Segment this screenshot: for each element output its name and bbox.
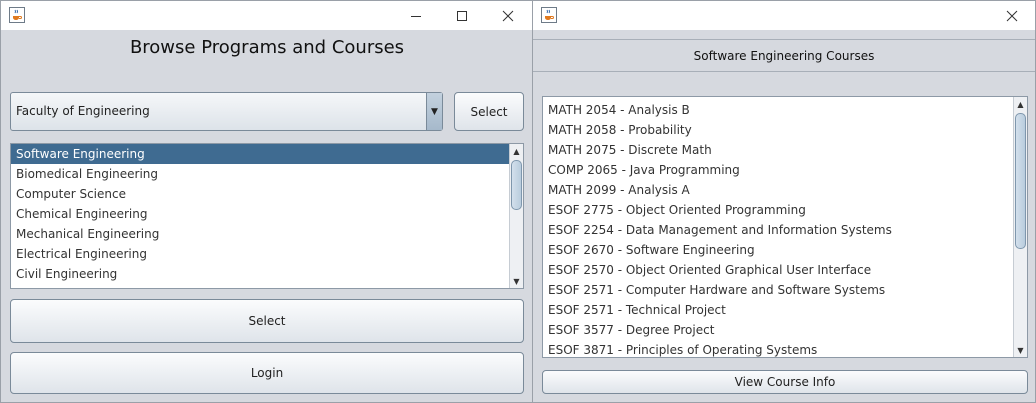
close-icon xyxy=(502,10,514,21)
title-bar[interactable] xyxy=(533,1,1035,30)
program-list[interactable]: Software Engineering Biomedical Engineeri… xyxy=(10,143,524,289)
list-item[interactable]: ESOF 2254 - Data Management and Informat… xyxy=(543,220,1013,240)
list-item[interactable]: Mechanical Engineering xyxy=(11,224,509,244)
list-item[interactable]: COMP 2065 - Java Programming xyxy=(543,160,1013,180)
scroll-down-icon[interactable]: ▼ xyxy=(510,274,523,288)
chevron-down-icon[interactable]: ▼ xyxy=(426,93,442,130)
scrollbar-thumb[interactable] xyxy=(511,160,522,210)
close-button[interactable] xyxy=(485,1,531,30)
maximize-icon xyxy=(457,10,467,21)
java-cup-icon xyxy=(9,7,25,23)
list-item[interactable]: Biomedical Engineering xyxy=(11,164,509,184)
courses-header: Software Engineering Courses xyxy=(533,39,1035,72)
minimize-icon xyxy=(411,15,421,17)
list-item[interactable]: MATH 2058 - Probability xyxy=(543,120,1013,140)
minimize-button[interactable] xyxy=(393,1,439,30)
login-button[interactable]: Login xyxy=(10,352,524,394)
list-item[interactable]: Electrical Engineering xyxy=(11,244,509,264)
courses-window: Software Engineering Courses MATH 2054 -… xyxy=(532,0,1036,403)
faculty-dropdown-value: Faculty of Engineering xyxy=(16,104,150,118)
list-item[interactable]: MATH 2075 - Discrete Math xyxy=(543,140,1013,160)
list-item[interactable]: Chemical Engineering xyxy=(11,204,509,224)
list-item[interactable]: Civil Engineering xyxy=(11,264,509,284)
scrollbar-thumb[interactable] xyxy=(1015,113,1026,249)
faculty-dropdown[interactable]: Faculty of Engineering ▼ xyxy=(10,92,443,131)
list-item[interactable]: MATH 2099 - Analysis A xyxy=(543,180,1013,200)
list-item[interactable]: ESOF 3577 - Degree Project xyxy=(543,320,1013,340)
scroll-up-icon[interactable]: ▲ xyxy=(510,144,523,158)
course-list-scrollbar[interactable]: ▲ ▼ xyxy=(1013,97,1027,357)
list-item[interactable]: Computer Science xyxy=(11,184,509,204)
program-list-scrollbar[interactable]: ▲ ▼ xyxy=(509,144,523,288)
view-course-info-button[interactable]: View Course Info xyxy=(542,370,1028,394)
title-bar[interactable] xyxy=(1,1,532,30)
list-item[interactable]: ESOF 2775 - Object Oriented Programming xyxy=(543,200,1013,220)
page-title: Browse Programs and Courses xyxy=(129,37,405,58)
select-program-button[interactable]: Select xyxy=(10,299,524,343)
close-icon xyxy=(1006,10,1018,21)
browse-window: Browse Programs and Courses Faculty of E… xyxy=(0,0,532,403)
java-cup-icon xyxy=(541,7,557,23)
close-button[interactable] xyxy=(989,1,1035,30)
maximize-button[interactable] xyxy=(439,1,485,30)
list-item[interactable]: ESOF 2571 - Computer Hardware and Softwa… xyxy=(543,280,1013,300)
list-item[interactable]: ESOF 2570 - Object Oriented Graphical Us… xyxy=(543,260,1013,280)
list-item[interactable]: ESOF 2571 - Technical Project xyxy=(543,300,1013,320)
list-item[interactable]: ESOF 3871 - Principles of Operating Syst… xyxy=(543,340,1013,357)
list-item[interactable]: Software Engineering xyxy=(11,144,509,164)
list-item[interactable]: ESOF 2670 - Software Engineering xyxy=(543,240,1013,260)
scroll-up-icon[interactable]: ▲ xyxy=(1014,97,1027,111)
faculty-select-button[interactable]: Select xyxy=(454,92,524,131)
scroll-down-icon[interactable]: ▼ xyxy=(1014,343,1027,357)
list-item[interactable]: MATH 2054 - Analysis B xyxy=(543,100,1013,120)
course-list[interactable]: MATH 2054 - Analysis B MATH 2058 - Probab… xyxy=(542,96,1028,358)
